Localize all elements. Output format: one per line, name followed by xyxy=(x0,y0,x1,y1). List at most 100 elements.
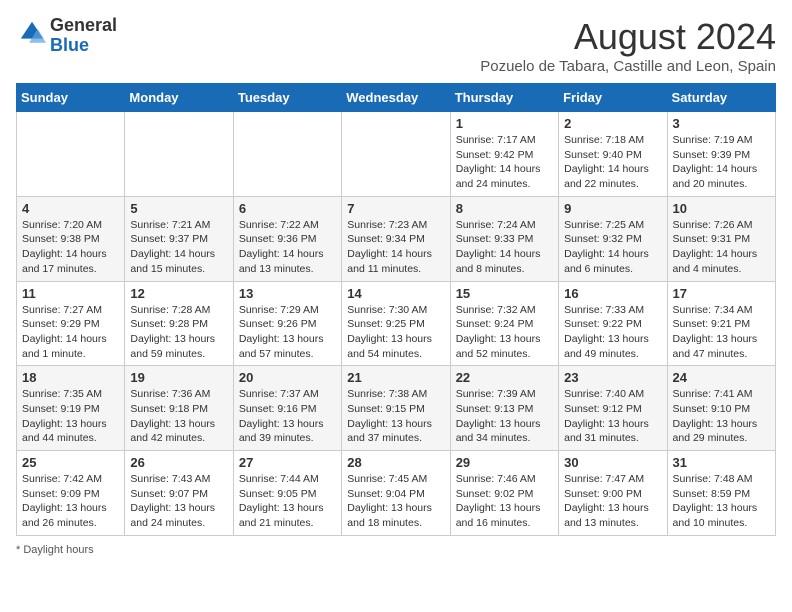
day-number: 29 xyxy=(456,455,553,470)
calendar-cell: 31 Sunrise: 7:48 AM Sunset: 8:59 PM Dayli… xyxy=(667,451,775,536)
day-number: 2 xyxy=(564,116,661,131)
day-info: Sunrise: 7:46 AM Sunset: 9:02 PM Dayligh… xyxy=(456,472,553,531)
calendar-cell: 9 Sunrise: 7:25 AM Sunset: 9:32 PM Daylig… xyxy=(559,196,667,281)
day-info: Sunrise: 7:35 AM Sunset: 9:19 PM Dayligh… xyxy=(22,387,119,446)
calendar-cell xyxy=(125,112,233,197)
day-info: Sunrise: 7:29 AM Sunset: 9:26 PM Dayligh… xyxy=(239,303,336,362)
day-info: Sunrise: 7:24 AM Sunset: 9:33 PM Dayligh… xyxy=(456,218,553,277)
calendar-header-wednesday: Wednesday xyxy=(342,84,450,112)
day-info: Sunrise: 7:41 AM Sunset: 9:10 PM Dayligh… xyxy=(673,387,770,446)
calendar-cell: 3 Sunrise: 7:19 AM Sunset: 9:39 PM Daylig… xyxy=(667,112,775,197)
day-info: Sunrise: 7:27 AM Sunset: 9:29 PM Dayligh… xyxy=(22,303,119,362)
day-number: 3 xyxy=(673,116,770,131)
day-number: 31 xyxy=(673,455,770,470)
day-info: Sunrise: 7:19 AM Sunset: 9:39 PM Dayligh… xyxy=(673,133,770,192)
calendar-cell: 2 Sunrise: 7:18 AM Sunset: 9:40 PM Daylig… xyxy=(559,112,667,197)
day-number: 20 xyxy=(239,370,336,385)
calendar-cell: 6Sunrise: 7:22 AM Sunset: 9:36 PM Daylig… xyxy=(233,196,341,281)
logo: General Blue xyxy=(16,16,117,56)
day-info: Sunrise: 7:36 AM Sunset: 9:18 PM Dayligh… xyxy=(130,387,227,446)
footer-note: * Daylight hours xyxy=(16,544,776,556)
day-info: Sunrise: 7:21 AM Sunset: 9:37 PM Dayligh… xyxy=(130,218,227,277)
day-number: 23 xyxy=(564,370,661,385)
calendar-cell: 28Sunrise: 7:45 AM Sunset: 9:04 PM Dayli… xyxy=(342,451,450,536)
calendar-cell: 27 Sunrise: 7:44 AM Sunset: 9:05 PM Dayli… xyxy=(233,451,341,536)
calendar-week-3: 11Sunrise: 7:27 AM Sunset: 9:29 PM Dayli… xyxy=(17,281,776,366)
day-info: Sunrise: 7:30 AM Sunset: 9:25 PM Dayligh… xyxy=(347,303,444,362)
calendar-cell: 26 Sunrise: 7:43 AM Sunset: 9:07 PM Dayli… xyxy=(125,451,233,536)
day-number: 18 xyxy=(22,370,119,385)
calendar-table: SundayMondayTuesdayWednesdayThursdayFrid… xyxy=(16,83,776,536)
day-number: 1 xyxy=(456,116,553,131)
day-number: 24 xyxy=(673,370,770,385)
logo-text: General Blue xyxy=(50,16,117,56)
day-number: 19 xyxy=(130,370,227,385)
day-number: 16 xyxy=(564,286,661,301)
calendar-header-sunday: Sunday xyxy=(17,84,125,112)
calendar-header-monday: Monday xyxy=(125,84,233,112)
day-number: 15 xyxy=(456,286,553,301)
day-info: Sunrise: 7:33 AM Sunset: 9:22 PM Dayligh… xyxy=(564,303,661,362)
calendar-cell: 29 Sunrise: 7:46 AM Sunset: 9:02 PM Dayli… xyxy=(450,451,558,536)
calendar-cell: 16 Sunrise: 7:33 AM Sunset: 9:22 PM Dayli… xyxy=(559,281,667,366)
calendar-cell: 23Sunrise: 7:40 AM Sunset: 9:12 PM Dayli… xyxy=(559,366,667,451)
day-info: Sunrise: 7:17 AM Sunset: 9:42 PM Dayligh… xyxy=(456,133,553,192)
calendar-cell: 10 Sunrise: 7:26 AM Sunset: 9:31 PM Dayli… xyxy=(667,196,775,281)
calendar-header-thursday: Thursday xyxy=(450,84,558,112)
calendar-week-4: 18 Sunrise: 7:35 AM Sunset: 9:19 PM Dayli… xyxy=(17,366,776,451)
calendar-cell xyxy=(17,112,125,197)
calendar-cell: 19 Sunrise: 7:36 AM Sunset: 9:18 PM Dayli… xyxy=(125,366,233,451)
day-number: 8 xyxy=(456,201,553,216)
day-number: 13 xyxy=(239,286,336,301)
calendar-cell xyxy=(342,112,450,197)
day-number: 14 xyxy=(347,286,444,301)
calendar-cell: 11Sunrise: 7:27 AM Sunset: 9:29 PM Dayli… xyxy=(17,281,125,366)
calendar-cell: 17Sunrise: 7:34 AM Sunset: 9:21 PM Dayli… xyxy=(667,281,775,366)
calendar-cell: 14 Sunrise: 7:30 AM Sunset: 9:25 PM Dayli… xyxy=(342,281,450,366)
calendar-cell: 25Sunrise: 7:42 AM Sunset: 9:09 PM Dayli… xyxy=(17,451,125,536)
day-info: Sunrise: 7:25 AM Sunset: 9:32 PM Dayligh… xyxy=(564,218,661,277)
day-info: Sunrise: 7:32 AM Sunset: 9:24 PM Dayligh… xyxy=(456,303,553,362)
calendar-cell: 18 Sunrise: 7:35 AM Sunset: 9:19 PM Dayli… xyxy=(17,366,125,451)
day-number: 12 xyxy=(130,286,227,301)
day-number: 17 xyxy=(673,286,770,301)
day-info: Sunrise: 7:26 AM Sunset: 9:31 PM Dayligh… xyxy=(673,218,770,277)
month-title: August 2024 xyxy=(480,16,776,58)
day-info: Sunrise: 7:23 AM Sunset: 9:34 PM Dayligh… xyxy=(347,218,444,277)
day-number: 4 xyxy=(22,201,119,216)
day-number: 10 xyxy=(673,201,770,216)
calendar-week-1: 1 Sunrise: 7:17 AM Sunset: 9:42 PM Daylig… xyxy=(17,112,776,197)
calendar-cell: 21 Sunrise: 7:38 AM Sunset: 9:15 PM Dayli… xyxy=(342,366,450,451)
calendar-week-5: 25Sunrise: 7:42 AM Sunset: 9:09 PM Dayli… xyxy=(17,451,776,536)
title-block: August 2024 Pozuelo de Tabara, Castille … xyxy=(480,16,776,75)
day-number: 7 xyxy=(347,201,444,216)
calendar-cell: 30 Sunrise: 7:47 AM Sunset: 9:00 PM Dayli… xyxy=(559,451,667,536)
calendar-header-saturday: Saturday xyxy=(667,84,775,112)
calendar-cell: 1 Sunrise: 7:17 AM Sunset: 9:42 PM Daylig… xyxy=(450,112,558,197)
day-info: Sunrise: 7:47 AM Sunset: 9:00 PM Dayligh… xyxy=(564,472,661,531)
calendar-cell: 22Sunrise: 7:39 AM Sunset: 9:13 PM Dayli… xyxy=(450,366,558,451)
day-info: Sunrise: 7:44 AM Sunset: 9:05 PM Dayligh… xyxy=(239,472,336,531)
day-info: Sunrise: 7:18 AM Sunset: 9:40 PM Dayligh… xyxy=(564,133,661,192)
day-info: Sunrise: 7:37 AM Sunset: 9:16 PM Dayligh… xyxy=(239,387,336,446)
day-info: Sunrise: 7:39 AM Sunset: 9:13 PM Dayligh… xyxy=(456,387,553,446)
day-info: Sunrise: 7:43 AM Sunset: 9:07 PM Dayligh… xyxy=(130,472,227,531)
day-number: 27 xyxy=(239,455,336,470)
calendar-header-row: SundayMondayTuesdayWednesdayThursdayFrid… xyxy=(17,84,776,112)
calendar-cell: 8 Sunrise: 7:24 AM Sunset: 9:33 PM Daylig… xyxy=(450,196,558,281)
day-info: Sunrise: 7:22 AM Sunset: 9:36 PM Dayligh… xyxy=(239,218,336,277)
day-number: 9 xyxy=(564,201,661,216)
day-number: 5 xyxy=(130,201,227,216)
day-info: Sunrise: 7:20 AM Sunset: 9:38 PM Dayligh… xyxy=(22,218,119,277)
day-number: 26 xyxy=(130,455,227,470)
calendar-cell: 20 Sunrise: 7:37 AM Sunset: 9:16 PM Dayli… xyxy=(233,366,341,451)
day-number: 25 xyxy=(22,455,119,470)
day-info: Sunrise: 7:48 AM Sunset: 8:59 PM Dayligh… xyxy=(673,472,770,531)
logo-icon xyxy=(18,19,46,47)
calendar-cell: 15 Sunrise: 7:32 AM Sunset: 9:24 PM Dayli… xyxy=(450,281,558,366)
day-number: 21 xyxy=(347,370,444,385)
calendar-cell: 4 Sunrise: 7:20 AM Sunset: 9:38 PM Daylig… xyxy=(17,196,125,281)
day-info: Sunrise: 7:38 AM Sunset: 9:15 PM Dayligh… xyxy=(347,387,444,446)
calendar-cell: 12Sunrise: 7:28 AM Sunset: 9:28 PM Dayli… xyxy=(125,281,233,366)
day-number: 30 xyxy=(564,455,661,470)
